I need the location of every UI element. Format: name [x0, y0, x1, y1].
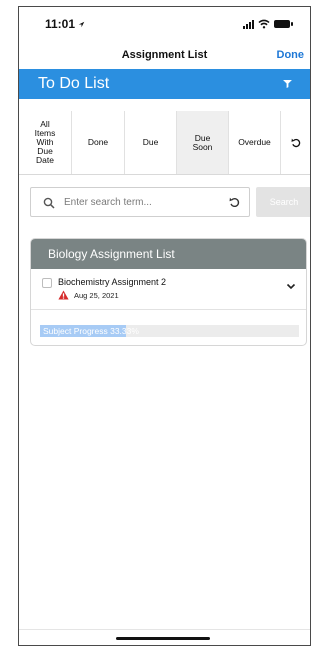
warning-icon: [58, 290, 69, 300]
search-icon: [43, 197, 55, 209]
tab-overdue[interactable]: Overdue: [229, 111, 281, 174]
tab-done[interactable]: Done: [72, 111, 125, 174]
course-card: Biology Assignment List Biochemistry Ass…: [30, 238, 307, 346]
subject-progress-bar: Subject Progress 33.33%: [40, 325, 299, 337]
phone-screen: 11:01 Assignment List Done To Do List Al…: [18, 6, 311, 646]
assignment-name: Biochemistry Assignment 2: [58, 277, 167, 287]
todo-list-header: To Do List: [19, 69, 310, 99]
wifi-icon: [258, 19, 270, 29]
clock-time: 11:01: [45, 17, 76, 31]
chevron-down-icon[interactable]: [286, 281, 296, 291]
search-row: Search: [30, 187, 310, 217]
filter-tabs: All Items With Due Date Done Due Due Soo…: [19, 111, 310, 175]
status-icons: [243, 18, 293, 30]
tab-label: Overdue: [238, 137, 271, 147]
course-card-header: Biology Assignment List: [31, 239, 306, 269]
tab-label: Due Soon: [192, 132, 213, 152]
subject-progress-label: Subject Progress 33.33%: [43, 326, 139, 336]
status-time: 11:01: [45, 17, 85, 31]
tab-label: Due: [142, 137, 159, 147]
tab-due[interactable]: Due: [125, 111, 177, 174]
assignment-row[interactable]: Biochemistry Assignment 2 Aug 25, 2021: [31, 269, 306, 310]
search-box: [30, 187, 250, 217]
assignment-checkbox[interactable]: [42, 278, 52, 288]
reset-filter-button[interactable]: [281, 111, 310, 174]
bottom-divider: [19, 629, 310, 630]
tab-due-soon[interactable]: Due Soon: [177, 111, 229, 174]
location-arrow-icon: [79, 21, 85, 28]
search-input[interactable]: [64, 188, 214, 216]
clear-search-icon[interactable]: [229, 197, 240, 208]
filter-icon[interactable]: [283, 80, 292, 88]
todo-list-title: To Do List: [38, 75, 110, 92]
tab-label: Done: [87, 137, 109, 147]
reset-icon: [291, 138, 300, 147]
done-button[interactable]: Done: [277, 49, 305, 61]
assignment-due-date: Aug 25, 2021: [74, 291, 119, 300]
course-title: Biology Assignment List: [48, 247, 175, 261]
nav-title: Assignment List: [121, 49, 208, 61]
cellular-signal-icon: [243, 19, 254, 29]
tab-label: All Items With Due Date: [34, 119, 56, 165]
status-bar: 11:01: [19, 7, 310, 41]
battery-icon: [274, 20, 293, 28]
home-indicator: [116, 637, 210, 640]
tab-all-items-with-due-date[interactable]: All Items With Due Date: [19, 111, 72, 174]
navigation-bar: Assignment List Done: [19, 41, 310, 69]
search-button[interactable]: Search: [256, 187, 310, 217]
